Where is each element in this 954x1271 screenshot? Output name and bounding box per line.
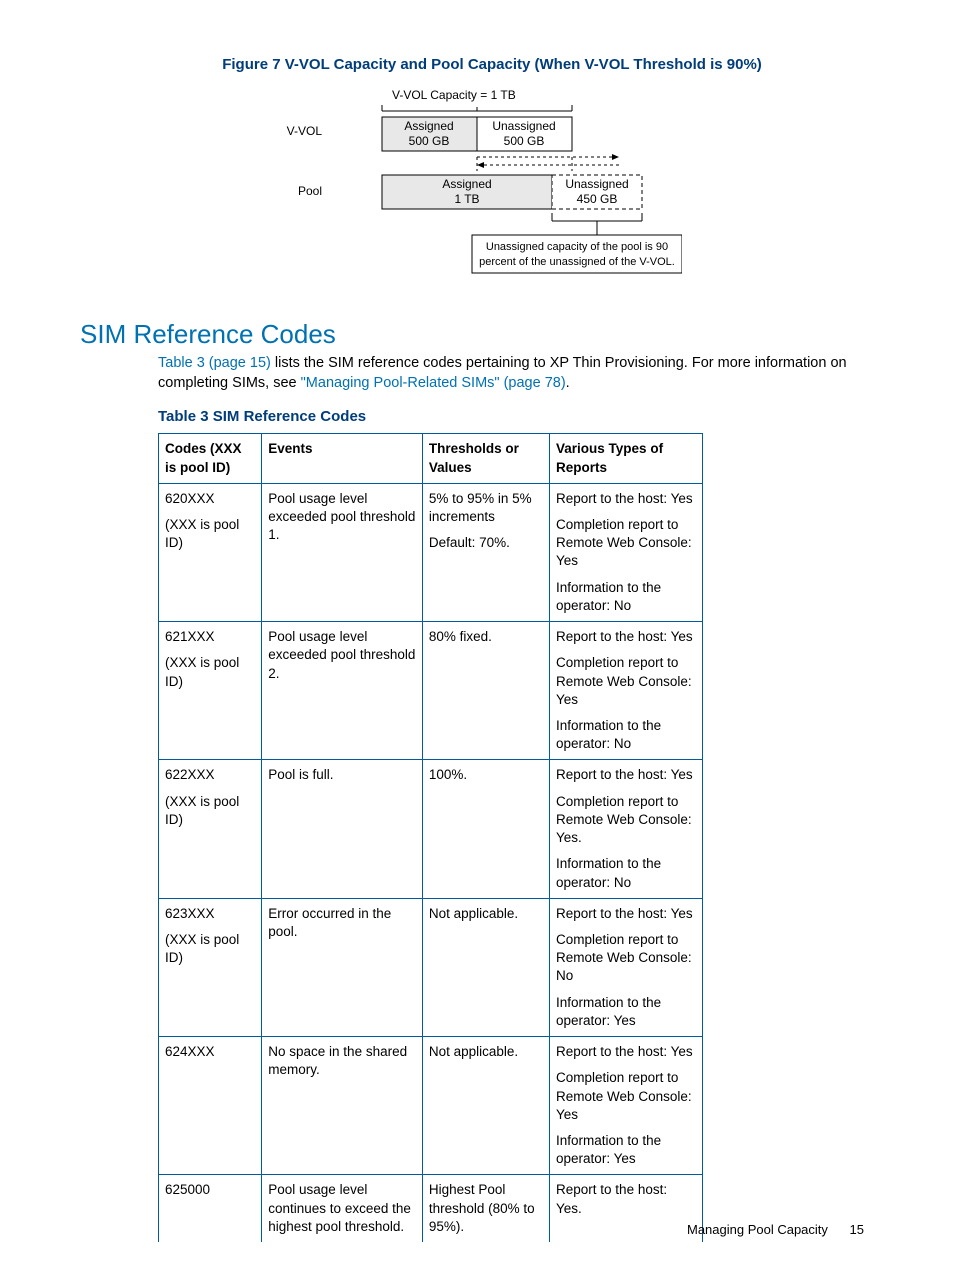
cell-reports: Report to the host: YesCompletion report…	[550, 622, 703, 760]
cell-codes: 625000	[159, 1175, 262, 1242]
svg-text:Pool: Pool	[298, 184, 322, 198]
table-row: 625000Pool usage level continues to exce…	[159, 1175, 703, 1242]
svg-text:percent of the unassigned of t: percent of the unassigned of the V-VOL.	[479, 256, 675, 268]
cell-events: Pool usage level exceeded pool threshold…	[262, 622, 423, 760]
cell-codes: 620XXX(XXX is pool ID)	[159, 483, 262, 621]
cell-codes: 622XXX(XXX is pool ID)	[159, 760, 262, 898]
th-reports: Various Types of Reports	[550, 434, 703, 483]
svg-text:500 GB: 500 GB	[504, 134, 545, 148]
svg-text:450 GB: 450 GB	[577, 192, 618, 206]
svg-text:Unassigned capacity of the poo: Unassigned capacity of the pool is 90	[486, 241, 668, 253]
cell-thresholds: Highest Pool threshold (80% to 95%).	[422, 1175, 549, 1242]
table-row: 624XXXNo space in the shared memory.Not …	[159, 1037, 703, 1175]
cell-reports: Report to the host: YesCompletion report…	[550, 898, 703, 1036]
cell-events: No space in the shared memory.	[262, 1037, 423, 1175]
table-row: 620XXX(XXX is pool ID)Pool usage level e…	[159, 483, 703, 621]
cell-codes: 623XXX(XXX is pool ID)	[159, 898, 262, 1036]
svg-text:V-VOL: V-VOL	[287, 124, 323, 138]
svg-text:Assigned: Assigned	[404, 119, 453, 133]
sim-reference-table: Codes (XXX is pool ID) Events Thresholds…	[158, 433, 703, 1242]
cell-thresholds: 5% to 95% in 5% incrementsDefault: 70%.	[422, 483, 549, 621]
cell-events: Pool usage level continues to exceed the…	[262, 1175, 423, 1242]
table-row: 621XXX(XXX is pool ID)Pool usage level e…	[159, 622, 703, 760]
cell-codes: 621XXX(XXX is pool ID)	[159, 622, 262, 760]
cell-reports: Report to the host: YesCompletion report…	[550, 760, 703, 898]
svg-text:Unassigned: Unassigned	[565, 177, 628, 191]
cell-codes: 624XXX	[159, 1037, 262, 1175]
cell-thresholds: 80% fixed.	[422, 622, 549, 760]
svg-text:1 TB: 1 TB	[454, 192, 479, 206]
svg-text:Unassigned: Unassigned	[492, 119, 555, 133]
cell-events: Pool is full.	[262, 760, 423, 898]
table-title: Table 3 SIM Reference Codes	[158, 407, 864, 427]
svg-text:Assigned: Assigned	[442, 177, 491, 191]
figure-diagram: V-VOL Capacity = 1 TB V-VOL Assigned 500…	[262, 85, 682, 285]
th-thresholds: Thresholds or Values	[422, 434, 549, 483]
cell-events: Error occurred in the pool.	[262, 898, 423, 1036]
th-events: Events	[262, 434, 423, 483]
link-managing-sims[interactable]: "Managing Pool-Related SIMs" (page 78)	[301, 375, 566, 391]
cell-events: Pool usage level exceeded pool threshold…	[262, 483, 423, 621]
th-codes: Codes (XXX is pool ID)	[159, 434, 262, 483]
cell-thresholds: Not applicable.	[422, 898, 549, 1036]
svg-text:V-VOL Capacity = 1 TB: V-VOL Capacity = 1 TB	[392, 88, 516, 102]
svg-text:500 GB: 500 GB	[409, 134, 450, 148]
table-row: 622XXX(XXX is pool ID)Pool is full.100%.…	[159, 760, 703, 898]
cell-thresholds: Not applicable.	[422, 1037, 549, 1175]
link-table3[interactable]: Table 3 (page 15)	[158, 355, 271, 371]
cell-reports: Report to the host: YesCompletion report…	[550, 483, 703, 621]
figure-title: Figure 7 V-VOL Capacity and Pool Capacit…	[80, 56, 864, 73]
cell-reports: Report to the host: YesCompletion report…	[550, 1037, 703, 1175]
table-row: 623XXX(XXX is pool ID)Error occurred in …	[159, 898, 703, 1036]
page-footer: Managing Pool Capacity 15	[687, 1222, 864, 1237]
section-intro: Table 3 (page 15) lists the SIM referenc…	[158, 354, 864, 393]
cell-thresholds: 100%.	[422, 760, 549, 898]
footer-section: Managing Pool Capacity	[687, 1222, 828, 1237]
cell-reports: Report to the host: Yes.	[550, 1175, 703, 1242]
footer-page-number: 15	[850, 1222, 864, 1237]
section-heading: SIM Reference Codes	[80, 319, 864, 350]
